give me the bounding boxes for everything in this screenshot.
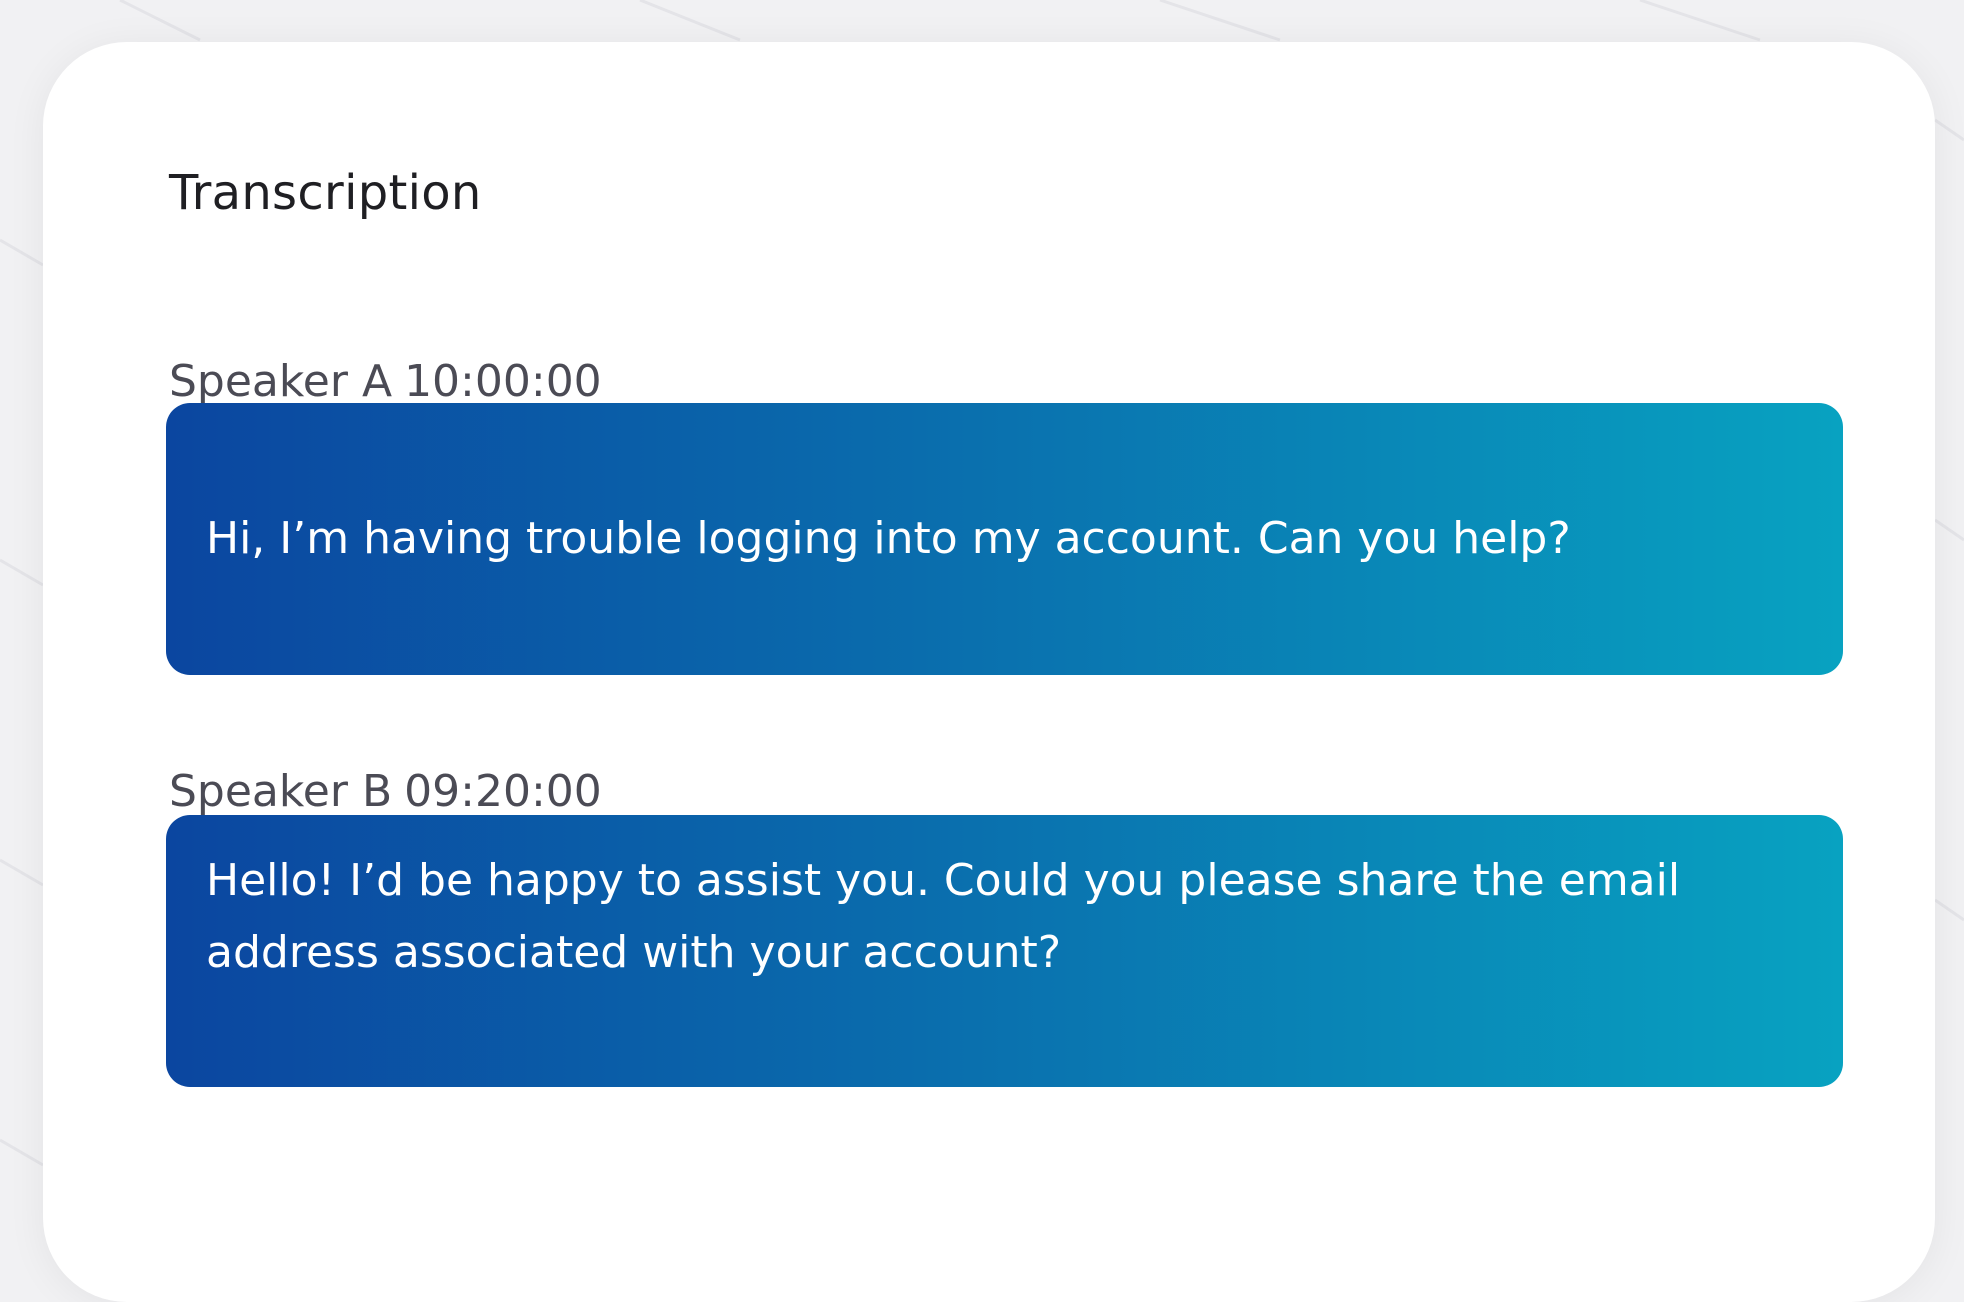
message-timestamp: 09:20:00 [404, 766, 602, 817]
card-title: Transcription [169, 165, 482, 221]
speaker-name: Speaker A [169, 356, 393, 407]
transcription-card: Transcription Speaker A 10:00:00 Hi, I’m … [43, 42, 1935, 1302]
message-text: Hi, I’m having trouble logging into my a… [206, 513, 1571, 564]
speaker-name: Speaker B [169, 766, 393, 817]
message-bubble-a: Hi, I’m having trouble logging into my a… [166, 403, 1843, 675]
message-timestamp: 10:00:00 [404, 356, 602, 407]
speaker-label-b: Speaker B 09:20:00 [169, 763, 602, 820]
speaker-label-a: Speaker A 10:00:00 [169, 353, 602, 410]
message-text: Hello! I’d be happy to assist you. Could… [206, 855, 1681, 978]
message-bubble-b: Hello! I’d be happy to assist you. Could… [166, 815, 1843, 1087]
